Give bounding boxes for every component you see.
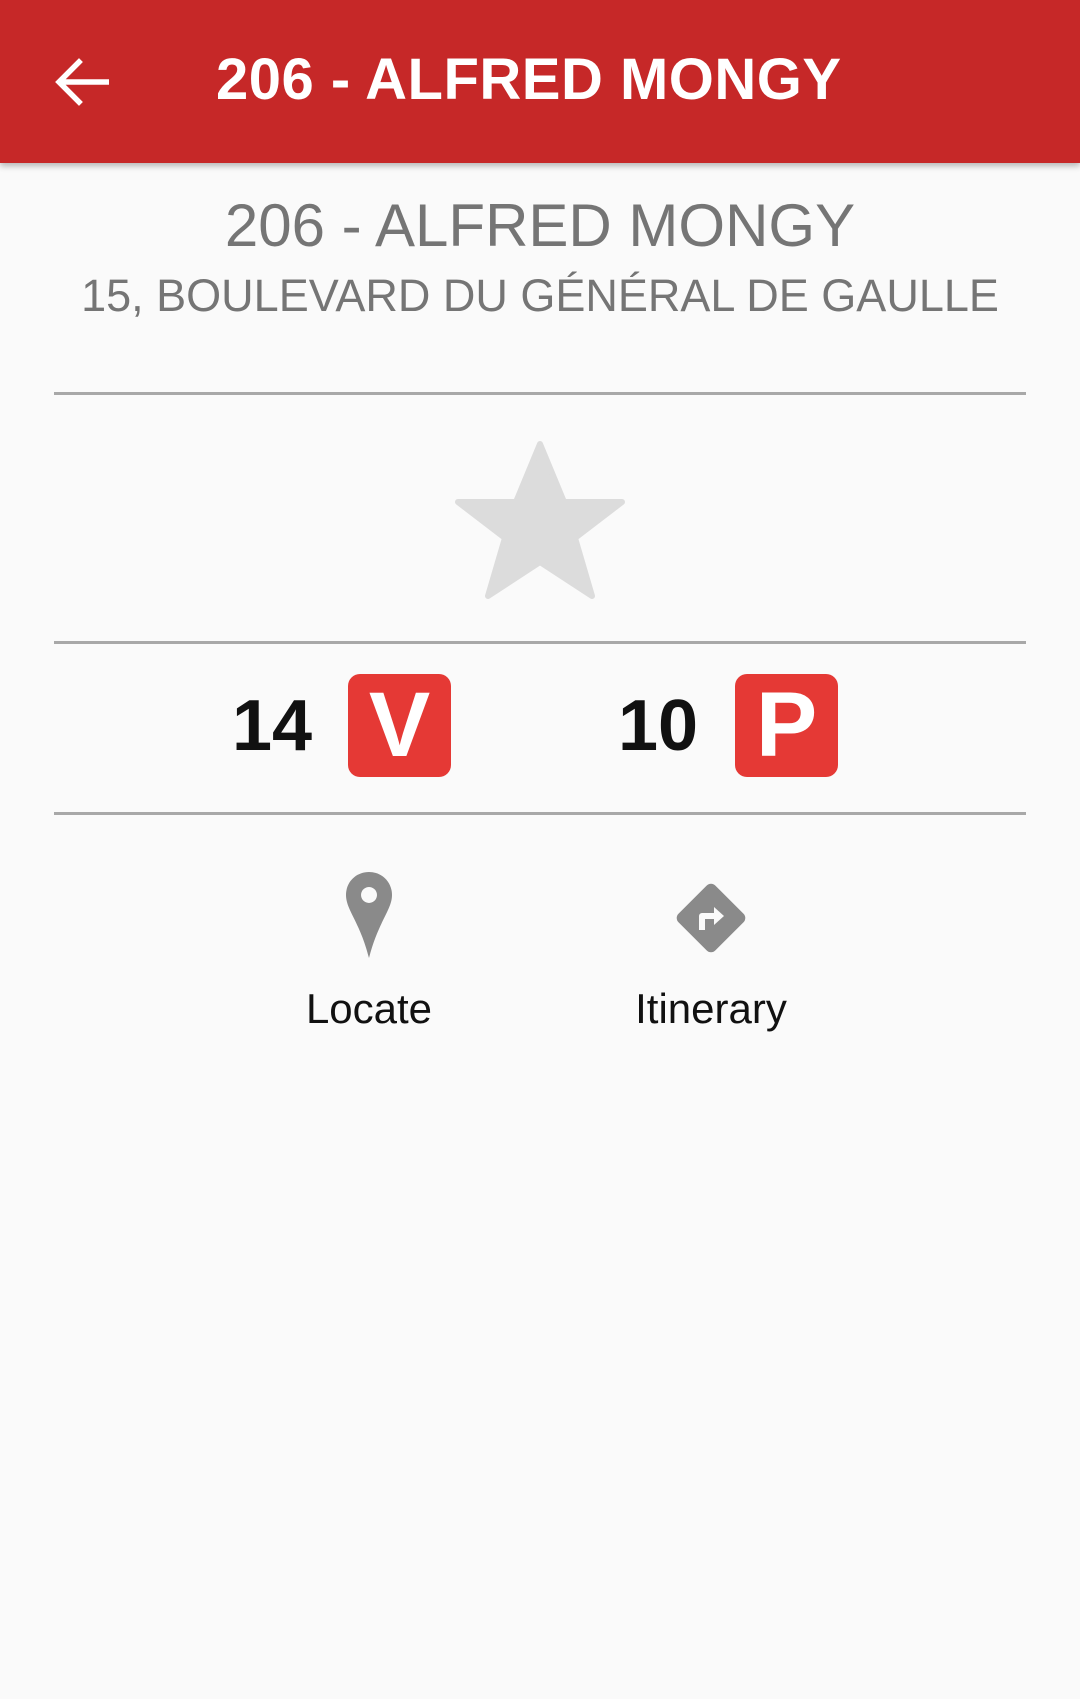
divider	[54, 641, 1026, 644]
divider	[54, 392, 1026, 395]
itinerary-label: Itinerary	[635, 985, 787, 1032]
availability-row: 14 V 10 P	[0, 674, 1080, 778]
app-bar-title: 206 - ALFRED MONGY	[216, 47, 842, 112]
bikes-available-count: 14	[232, 686, 313, 766]
locate-button[interactable]: Locate	[259, 870, 479, 1050]
bikes-badge: V	[348, 674, 451, 777]
parking-available-count: 10	[618, 686, 699, 766]
parking-badge: P	[735, 674, 838, 777]
back-button[interactable]	[46, 46, 118, 118]
station-name: 206 - ALFRED MONGY	[224, 192, 856, 259]
favorite-button[interactable]	[450, 438, 630, 603]
station-address: 15, BOULEVARD DU GÉNÉRAL DE GAULLE	[81, 270, 999, 321]
arrow-left-icon	[55, 58, 109, 106]
map-pin-icon	[346, 872, 392, 958]
directions-icon	[676, 883, 746, 953]
app-bar: 206 - ALFRED MONGY	[0, 0, 1080, 163]
star-icon	[455, 441, 625, 599]
locate-label: Locate	[305, 985, 433, 1032]
station-header: 206 - ALFRED MONGY 15, BOULEVARD DU GÉNÉ…	[0, 190, 1080, 324]
divider	[54, 812, 1026, 815]
itinerary-button[interactable]: Itinerary	[601, 870, 821, 1050]
